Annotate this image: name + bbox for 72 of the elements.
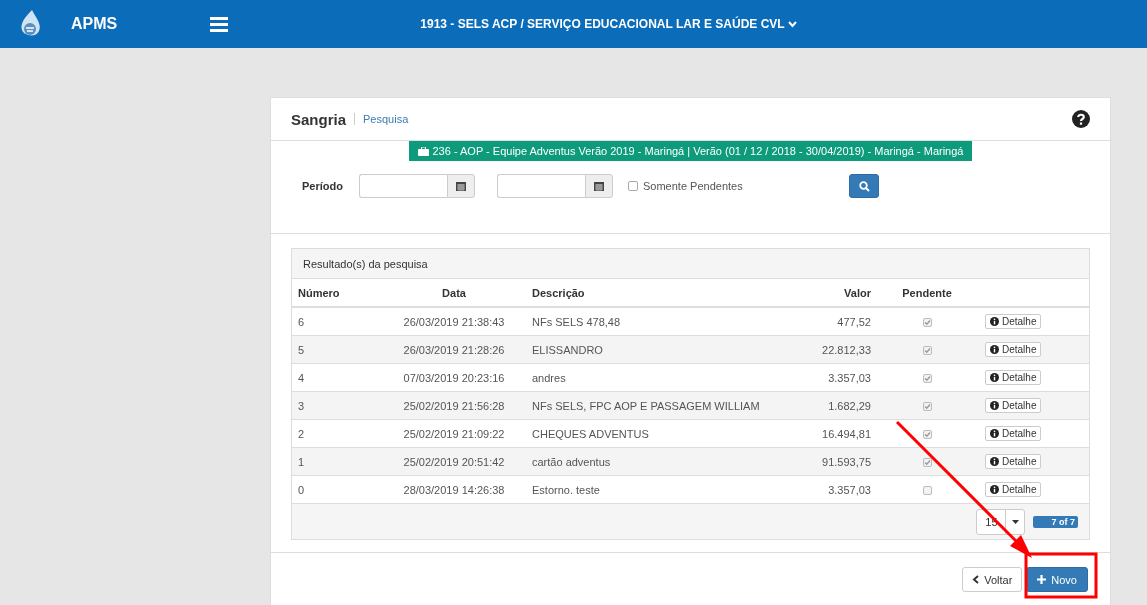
page-range-badge: 7 of 7 <box>1033 515 1078 528</box>
table-cell: Estorno. teste <box>532 483 600 496</box>
menu-icon[interactable] <box>210 16 230 32</box>
column-header: Número <box>292 279 382 307</box>
organization-selector[interactable]: 1913 - SELS ACP / SERVIÇO EDUCACIONAL LAR E SAÚDE CVL <box>420 17 785 31</box>
search-icon <box>858 180 870 192</box>
period-label: Período <box>302 180 344 192</box>
table-cell: 25/02/2019 21:56:28 <box>403 399 505 412</box>
pending-checkbox[interactable] <box>628 181 638 191</box>
info-icon <box>990 429 999 438</box>
detail-button[interactable]: Detalhe <box>985 342 1042 357</box>
table-cell: 3.357,03 <box>828 371 871 384</box>
search-button[interactable] <box>849 174 879 198</box>
chevron-down-icon[interactable] <box>787 20 797 28</box>
column-header: Descrição <box>526 279 791 307</box>
table-cell: NFs SELS, FPC AOP E PASSAGEM WILLIAM <box>532 399 760 412</box>
detail-button[interactable]: Detalhe <box>985 398 1042 413</box>
detail-button[interactable]: Detalhe <box>985 454 1042 469</box>
table-cell: 1 <box>298 455 305 468</box>
table-cell: cartão adventus <box>532 455 611 468</box>
table-cell: 3.357,03 <box>828 483 871 496</box>
detail-button[interactable]: Detalhe <box>985 482 1042 497</box>
new-button[interactable]: Novo <box>1026 567 1088 592</box>
back-button[interactable]: Voltar <box>962 567 1023 592</box>
help-icon[interactable] <box>1072 110 1090 128</box>
info-icon <box>990 317 999 326</box>
table-cell: 91.593,75 <box>822 455 871 468</box>
calendar-icon[interactable] <box>594 181 604 191</box>
table-cell: 25/02/2019 21:09:22 <box>403 427 505 440</box>
table-cell: 28/03/2019 14:26:38 <box>403 483 505 496</box>
table-cell: 1.682,29 <box>828 399 871 412</box>
table-cell: 5 <box>298 343 305 356</box>
pending-checkbox-label: Somente Pendentes <box>643 180 743 192</box>
table-cell: 6 <box>298 315 305 328</box>
table-cell: 22.812,33 <box>822 343 871 356</box>
page-subtitle: Pesquisa <box>354 113 409 125</box>
briefcase-icon <box>417 146 429 156</box>
info-icon <box>990 401 999 410</box>
plus-icon <box>1037 575 1047 584</box>
chevron-left-icon <box>972 575 980 584</box>
detail-button[interactable]: Detalhe <box>985 426 1042 441</box>
column-header: Valor <box>791 279 877 307</box>
detail-button[interactable]: Detalhe <box>985 370 1042 385</box>
detail-button[interactable]: Detalhe <box>985 314 1042 329</box>
page-title: Sangria <box>291 110 347 128</box>
end-date-field[interactable] <box>497 174 585 198</box>
panel-title: Resultado(s) da pesquisa <box>303 257 428 270</box>
app-brand: APMS <box>71 15 119 33</box>
calendar-icon[interactable] <box>456 181 466 191</box>
table-cell: 07/03/2019 20:23:16 <box>403 371 505 384</box>
column-header: Data <box>382 279 526 307</box>
table-cell: 0 <box>298 483 305 496</box>
table-cell: 16.494,81 <box>822 427 871 440</box>
table-cell: 477,52 <box>837 315 871 328</box>
table-cell: 25/02/2019 20:51:42 <box>403 455 505 468</box>
table-cell: ELISSANDRO <box>532 343 603 356</box>
table-cell: 3 <box>298 399 305 412</box>
info-icon <box>990 485 999 494</box>
info-icon <box>990 345 999 354</box>
info-icon <box>990 457 999 466</box>
caret-icon <box>1012 519 1019 524</box>
context-banner: 236 - AOP - Equipe Adventus Verão 2019 - Maringá | Verão (01 / 12 / 2018 - 30/04/2019) - Maringá - Maringá <box>408 141 973 161</box>
info-icon <box>990 373 999 382</box>
table-cell: 26/03/2019 21:38:43 <box>403 315 505 328</box>
table-cell: 4 <box>298 371 305 384</box>
table-cell: andres <box>532 371 566 384</box>
table-cell: 2 <box>298 427 305 440</box>
table-cell: 26/03/2019 21:28:26 <box>403 343 505 356</box>
column-header: Pendente <box>877 279 977 307</box>
table-cell: NFs SELS 478,48 <box>532 315 621 328</box>
table-cell: CHEQUES ADVENTUS <box>532 427 649 440</box>
start-date-field[interactable] <box>359 174 447 198</box>
